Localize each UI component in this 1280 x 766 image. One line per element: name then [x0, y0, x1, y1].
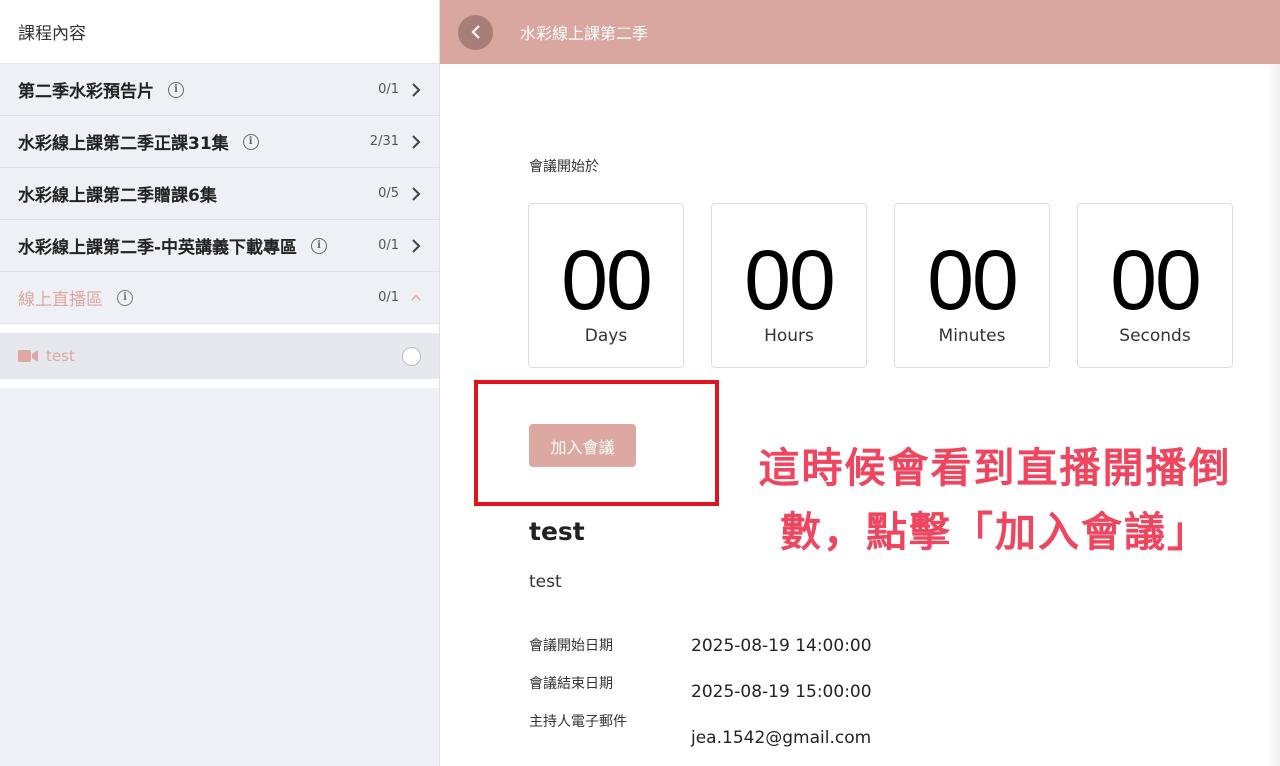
countdown-hours-label: Hours — [764, 326, 814, 346]
course-sidebar: 課程內容 第二季水彩預告片 i 0/1 水彩線上課第二季正課31集 i 2/31… — [0, 0, 440, 766]
countdown-label: 會議開始於 — [529, 159, 599, 175]
divider — [0, 324, 439, 333]
chevron-up-icon — [411, 294, 421, 301]
section-title: 水彩線上課第二季正課31集 — [18, 134, 229, 154]
meeting-title: test — [529, 517, 585, 546]
countdown-minutes-label: Minutes — [938, 326, 1006, 346]
chevron-right-icon — [412, 238, 421, 253]
section-progress: 0/1 — [378, 82, 399, 97]
back-button[interactable] — [458, 14, 493, 50]
chevron-right-icon — [412, 134, 421, 149]
section-main-lessons[interactable]: 水彩線上課第二季正課31集 i 2/31 — [0, 116, 439, 168]
section-progress: 0/1 — [378, 238, 399, 253]
meeting-host-label: 主持人電子郵件 — [529, 714, 627, 730]
section-progress: 0/1 — [378, 290, 399, 305]
countdown-hours: 00 Hours — [711, 203, 867, 368]
course-title: 水彩線上課第二季 — [520, 24, 649, 43]
section-handouts[interactable]: 水彩線上課第二季-中英講義下載專區 i 0/1 — [0, 220, 439, 272]
section-title: 線上直播區 — [18, 290, 103, 310]
meeting-end-value: 2025-08-19 15:00:00 — [691, 682, 872, 702]
section-bonus-lessons[interactable]: 水彩線上課第二季贈課6集 0/5 — [0, 168, 439, 220]
countdown-timer: 00 Days 00 Hours 00 Minutes 00 Seconds — [528, 203, 1233, 368]
info-icon[interactable]: i — [242, 133, 259, 150]
sidebar-header: 課程內容 — [0, 0, 439, 64]
countdown-days: 00 Days — [528, 203, 684, 368]
chevron-right-icon — [412, 186, 421, 201]
section-title: 第二季水彩預告片 — [18, 82, 154, 102]
section-trailer[interactable]: 第二季水彩預告片 i 0/1 — [0, 64, 439, 116]
annotation-line-1: 這時候會看到直播開播倒 — [758, 444, 1232, 492]
countdown-days-label: Days — [584, 326, 628, 346]
meeting-description: test — [529, 572, 562, 592]
meeting-start-label: 會議開始日期 — [529, 638, 613, 654]
join-meeting-button[interactable]: 加入會議 — [529, 424, 636, 467]
section-progress: 2/31 — [369, 134, 399, 149]
section-title: 水彩線上課第二季贈課6集 — [18, 186, 217, 206]
annotation-line-2: 數，點擊「加入會議」 — [780, 508, 1210, 556]
info-icon[interactable]: i — [311, 237, 328, 254]
scroll-shadow — [1266, 64, 1280, 766]
section-progress: 0/5 — [378, 186, 399, 201]
top-bar: 水彩線上課第二季 — [440, 0, 1280, 64]
lesson-title: test — [46, 347, 75, 365]
info-icon[interactable]: i — [117, 289, 133, 306]
section-live-stream[interactable]: 線上直播區 i 0/1 — [0, 272, 439, 324]
lesson-item-test[interactable]: test — [0, 333, 439, 379]
annotation-text: 這時候會看到直播開播倒 數，點擊「加入會議」 — [730, 436, 1260, 564]
chevron-right-icon — [412, 82, 421, 97]
video-camera-icon — [18, 350, 38, 362]
countdown-minutes-value: 00 — [927, 233, 1018, 327]
countdown-seconds-label: Seconds — [1119, 326, 1191, 346]
meeting-end-label: 會議結束日期 — [529, 676, 613, 692]
back-arrow-icon — [470, 25, 480, 39]
countdown-seconds: 00 Seconds — [1077, 203, 1233, 368]
countdown-days-value: 00 — [561, 233, 652, 327]
section-title: 水彩線上課第二季-中英講義下載專區 — [18, 238, 298, 258]
countdown-minutes: 00 Minutes — [894, 203, 1050, 368]
meeting-host-email: jea.1542@gmail.com — [691, 728, 872, 748]
divider — [0, 379, 439, 388]
countdown-seconds-value: 00 — [1110, 233, 1201, 327]
meeting-start-value: 2025-08-19 14:00:00 — [691, 636, 872, 656]
info-icon[interactable]: i — [168, 81, 184, 98]
main-content: 水彩線上課第二季 會議開始於 00 Days 00 Hours 00 Minut… — [440, 0, 1280, 766]
lesson-completion-radio[interactable] — [402, 346, 421, 366]
countdown-hours-value: 00 — [744, 233, 835, 327]
